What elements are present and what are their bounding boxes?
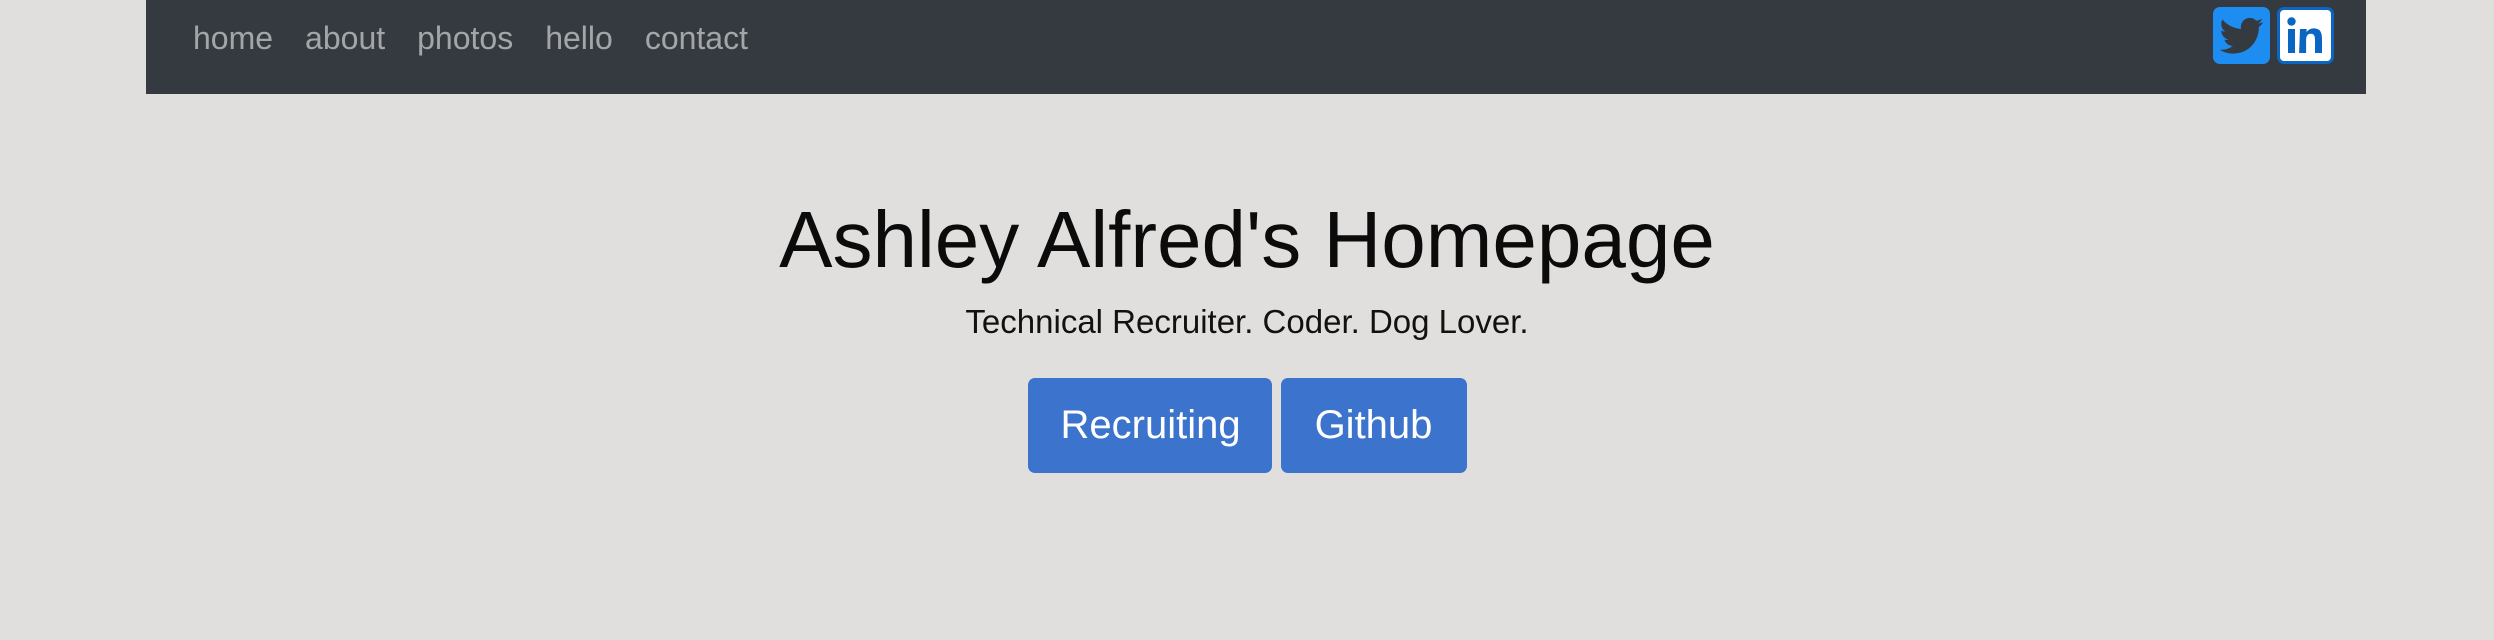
nav-link-contact[interactable]: contact bbox=[645, 18, 748, 58]
linkedin-logo-icon bbox=[2286, 16, 2322, 53]
hero-buttons: Recruiting Github bbox=[0, 378, 2494, 473]
hero: Ashley Alfred's Homepage Technical Recru… bbox=[0, 190, 2494, 473]
navbar: home about photos hello contact bbox=[146, 0, 2366, 94]
nav-link-photos[interactable]: photos bbox=[417, 18, 513, 58]
nav-links: home about photos hello contact bbox=[193, 18, 780, 58]
linkedin-icon[interactable] bbox=[2277, 7, 2334, 64]
twitter-icon[interactable] bbox=[2213, 7, 2270, 64]
nav-link-home[interactable]: home bbox=[193, 18, 273, 58]
nav-link-about[interactable]: about bbox=[305, 18, 385, 58]
social-links bbox=[2213, 7, 2334, 64]
nav-link-hello[interactable]: hello bbox=[545, 18, 613, 58]
twitter-bird-icon bbox=[2219, 17, 2263, 54]
github-button[interactable]: Github bbox=[1280, 378, 1467, 473]
page-subtitle: Technical Recruiter. Coder. Dog Lover. bbox=[965, 303, 1529, 340]
recruiting-button[interactable]: Recruiting bbox=[1027, 378, 1272, 473]
page-title: Ashley Alfred's Homepage bbox=[779, 195, 1715, 284]
